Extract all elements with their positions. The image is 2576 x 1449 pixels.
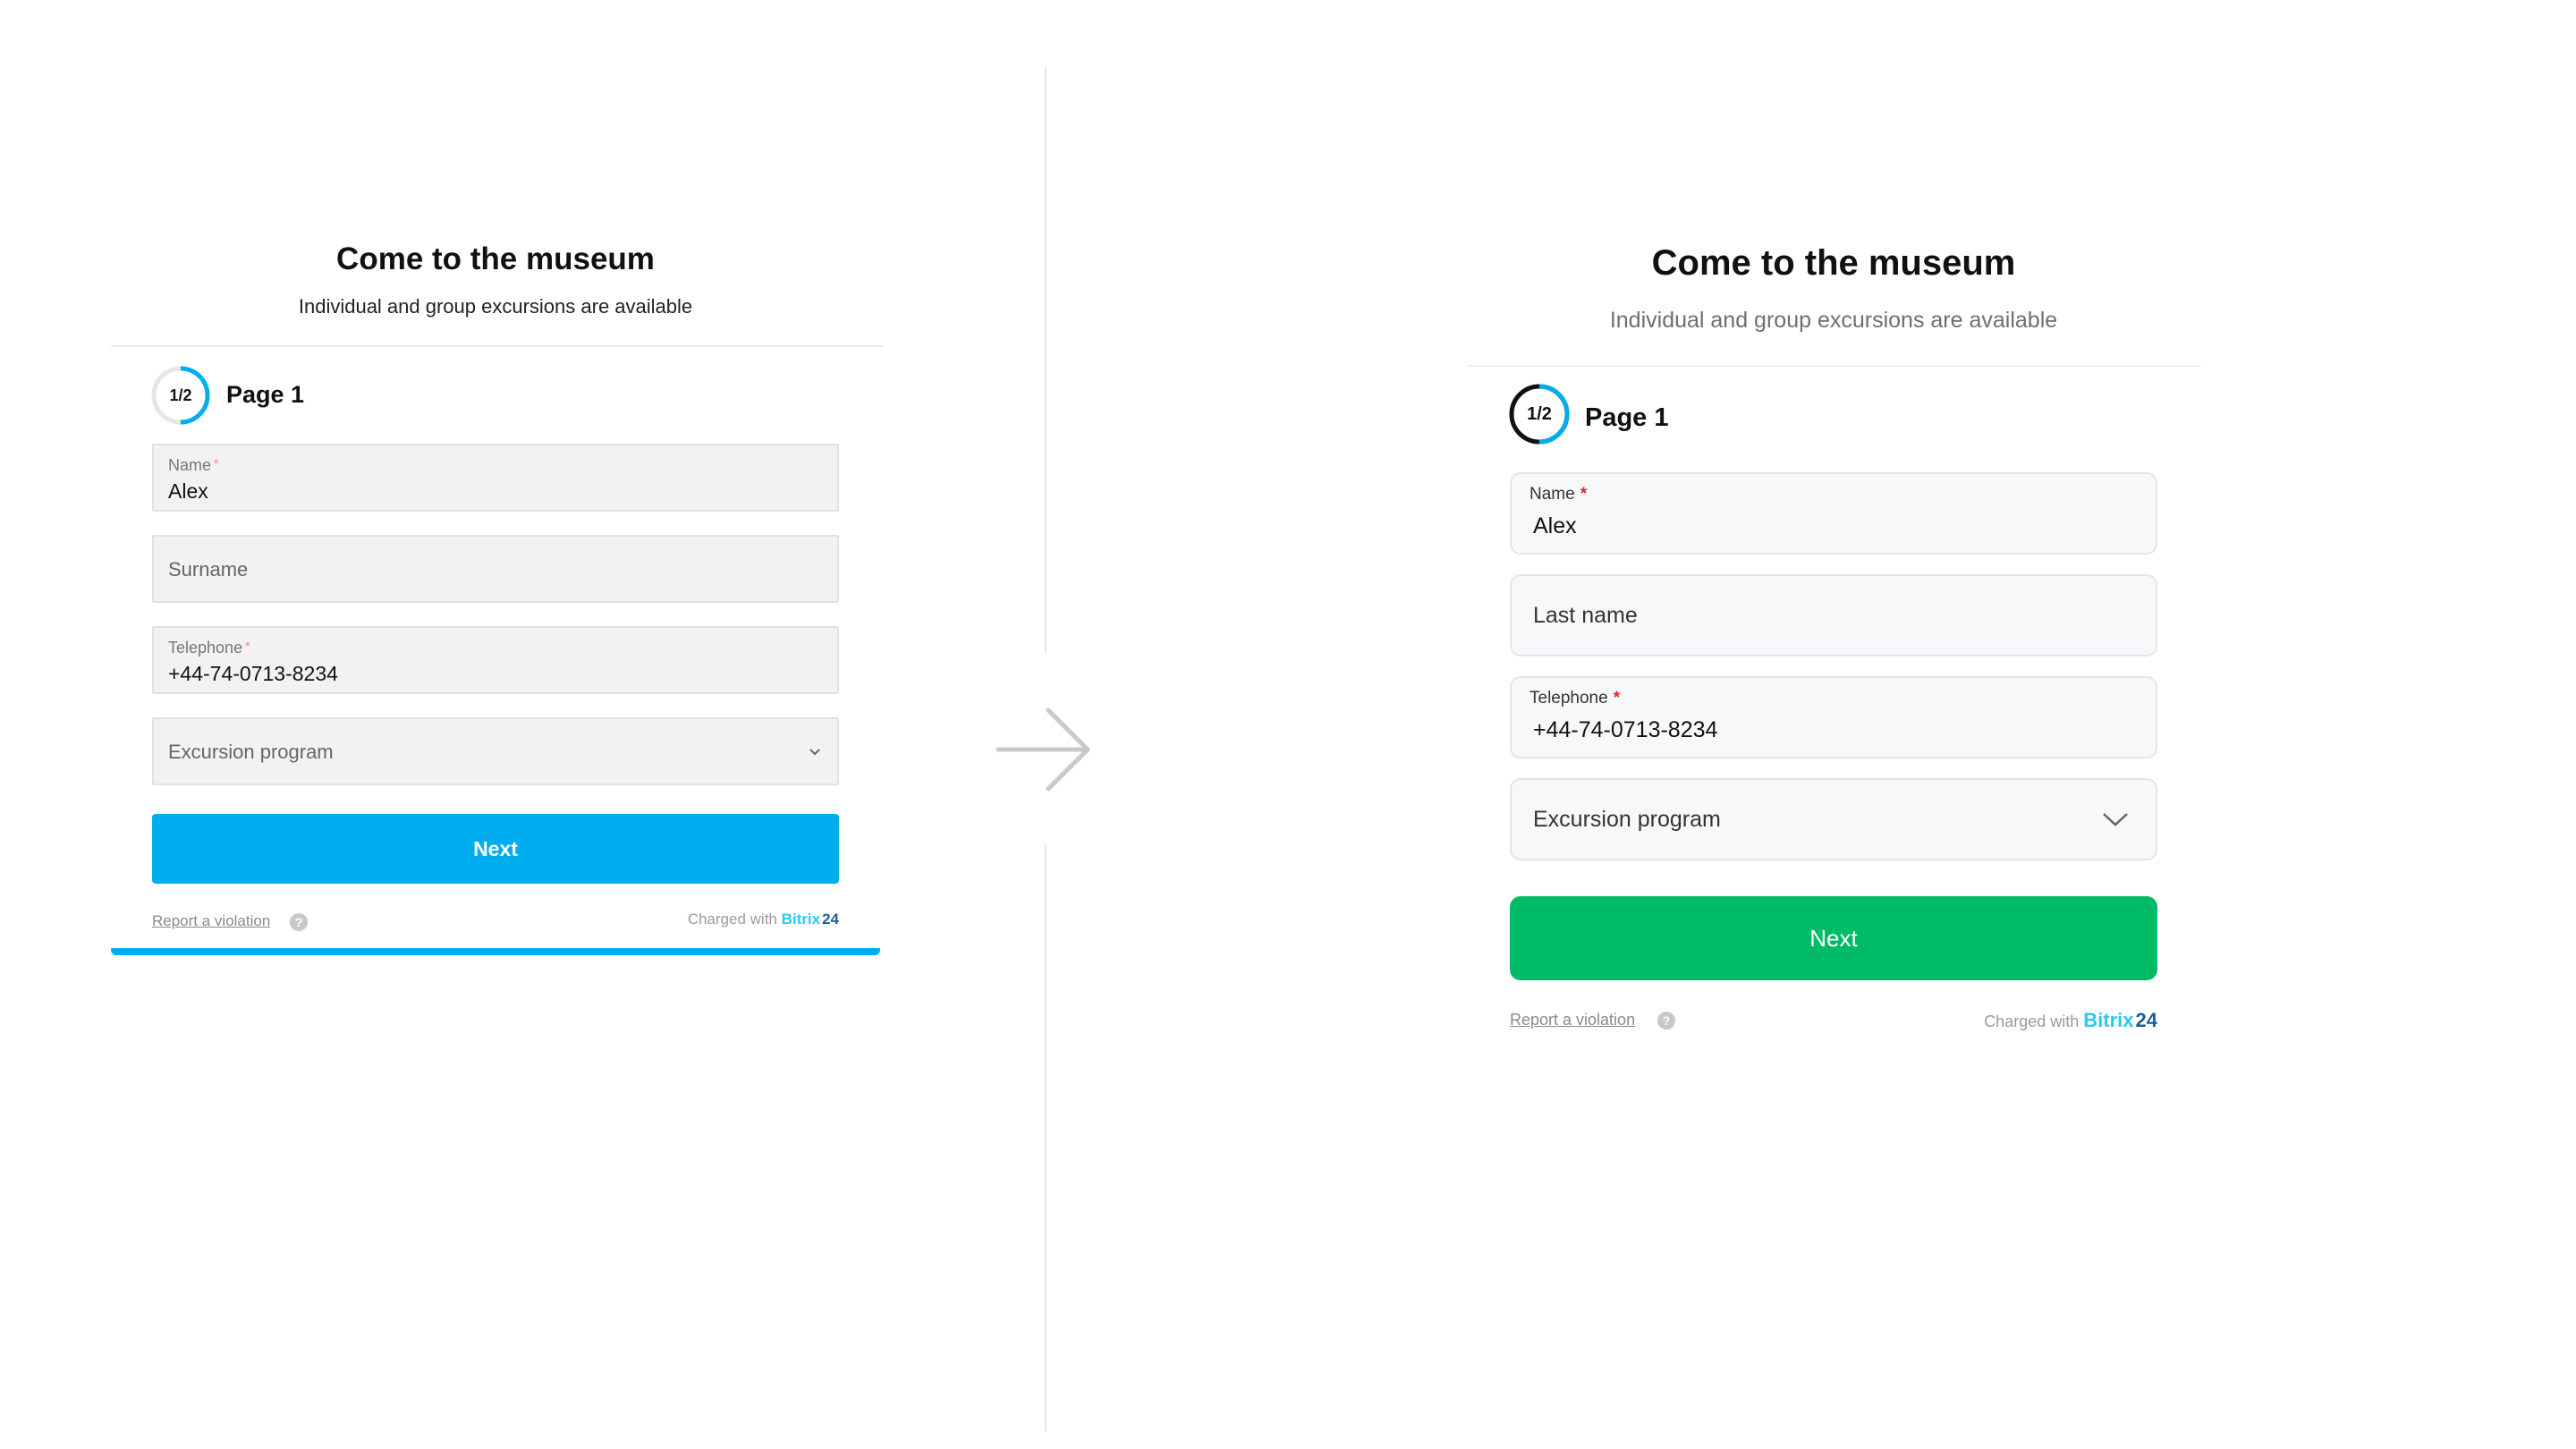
surname-placeholder: Surname: [168, 558, 249, 580]
telephone-label: Telephone *: [1530, 689, 1621, 708]
form-title: Come to the museum: [336, 242, 655, 276]
report-violation-link[interactable]: Report a violation: [152, 912, 270, 930]
name-field[interactable]: Name * Alex: [1510, 472, 2157, 555]
form-subtitle: Individual and group excursions are avai…: [298, 295, 693, 318]
report-violation-link[interactable]: Report a violation: [1510, 1011, 1635, 1030]
divider-top: [1045, 66, 1046, 653]
help-icon[interactable]: ?: [1657, 1012, 1675, 1030]
excursion-select[interactable]: Excursion program: [152, 717, 839, 785]
excursion-select[interactable]: Excursion program: [1510, 778, 2157, 860]
required-mark: *: [1580, 485, 1588, 504]
next-button[interactable]: Next: [152, 814, 839, 884]
bitrix-logo: Bitrix: [781, 911, 821, 928]
bitrix-24-logo: 24: [822, 911, 839, 928]
charged-prefix: Charged with: [1984, 1013, 2080, 1030]
help-icon[interactable]: ?: [290, 913, 308, 931]
last-name-placeholder: Last name: [1533, 603, 1638, 628]
required-mark: *: [214, 456, 219, 470]
telephone-field[interactable]: Telephone * +44-74-0713-8234: [152, 626, 839, 694]
excursion-placeholder: Excursion program: [168, 741, 334, 763]
divider-bottom: [1045, 844, 1046, 1431]
arrow-right-icon: [996, 708, 1090, 792]
surname-field[interactable]: Surname: [152, 535, 839, 603]
header-divider: [111, 345, 884, 347]
required-mark: *: [1613, 689, 1621, 708]
form-title: Come to the museum: [1651, 243, 2016, 283]
bitrix-24-logo: 24: [2135, 1009, 2157, 1031]
progress-text: 1/2: [169, 386, 192, 404]
form-bottom-accent: [111, 948, 880, 955]
required-mark: *: [245, 639, 250, 653]
next-button[interactable]: Next: [1510, 896, 2157, 980]
chevron-down-icon: [809, 749, 820, 756]
page-label: Page 1: [1585, 403, 1669, 432]
excursion-placeholder: Excursion program: [1533, 807, 1721, 832]
form-subtitle: Individual and group excursions are avai…: [1609, 308, 2058, 333]
name-label: Name *: [168, 456, 219, 474]
telephone-label: Telephone *: [168, 639, 250, 657]
progress-text: 1/2: [1527, 404, 1552, 424]
page-label: Page 1: [226, 381, 305, 408]
charged-with[interactable]: Charged with Bitrix24: [688, 911, 839, 928]
header-divider: [1467, 365, 2200, 367]
name-label: Name *: [1530, 485, 1588, 504]
name-value: Alex: [168, 479, 208, 503]
telephone-value: +44-74-0713-8234: [168, 662, 338, 685]
telephone-value: +44-74-0713-8234: [1533, 717, 1718, 742]
telephone-field[interactable]: Telephone * +44-74-0713-8234: [1510, 676, 2157, 758]
bitrix-logo: Bitrix: [2083, 1009, 2134, 1031]
name-value: Alex: [1533, 513, 1577, 538]
charged-prefix: Charged with: [687, 911, 777, 928]
name-field[interactable]: Name * Alex: [152, 444, 839, 512]
chevron-down-icon: [2103, 813, 2128, 826]
charged-with[interactable]: Charged with Bitrix24: [1984, 1009, 2157, 1032]
last-name-field[interactable]: Last name: [1510, 574, 2157, 657]
